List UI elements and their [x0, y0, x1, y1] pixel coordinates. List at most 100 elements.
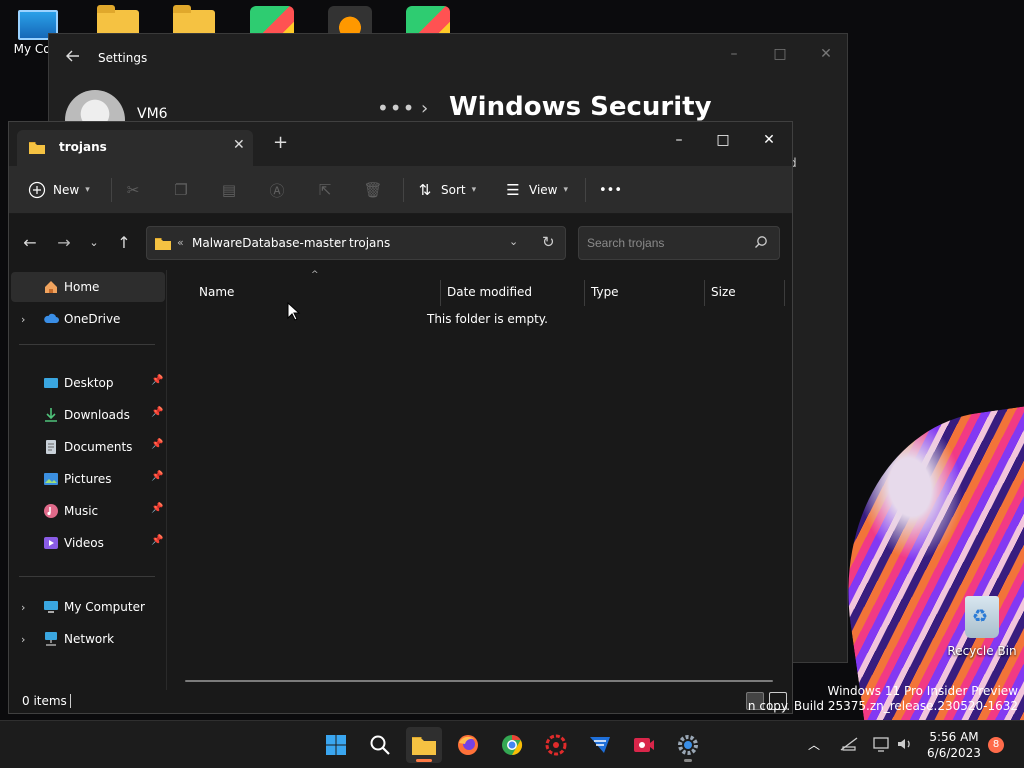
new-tab-icon[interactable]: + — [273, 132, 288, 153]
column-divider[interactable] — [584, 280, 585, 306]
chevron-right-icon[interactable]: › — [21, 633, 25, 646]
start-button[interactable] — [318, 727, 354, 763]
breadcrumb-overflow[interactable]: « — [177, 236, 184, 249]
pin-icon[interactable]: 📌 — [151, 503, 163, 514]
recent-locations-chevron-icon[interactable]: ⌄ — [83, 232, 105, 254]
up-arrow-icon[interactable]: ↑ — [113, 232, 135, 254]
close-icon[interactable]: ✕ — [749, 126, 789, 154]
show-hidden-icons-chevron-icon[interactable]: ︿ — [808, 736, 820, 768]
tab-trojans[interactable]: trojans ✕ — [17, 130, 253, 166]
toolbar-divider — [585, 178, 586, 202]
search-icon — [755, 236, 767, 248]
copy-button[interactable]: ❐ — [171, 176, 191, 204]
chevron-right-icon[interactable]: › — [21, 601, 25, 614]
cut-button[interactable]: ✂ — [123, 176, 143, 204]
tray-volume-icon[interactable] — [896, 735, 914, 768]
folder-icon — [155, 238, 171, 250]
nav-item-label: Videos — [64, 536, 104, 550]
tray-display-icon[interactable] — [872, 735, 890, 768]
breadcrumb-segment-current[interactable]: trojans — [349, 236, 390, 250]
running-indicator — [416, 759, 432, 762]
file-explorer-window: trojans ✕ + – □ ✕ New ▾ ✂ ❐ ▤ Ⓐ ⇱ 🗑 ⇅ So… — [8, 121, 793, 714]
column-divider[interactable] — [784, 280, 785, 306]
nav-item-home[interactable]: Home — [11, 272, 165, 302]
nav-item-documents[interactable]: Documents 📌 — [11, 432, 165, 462]
maximize-icon[interactable]: □ — [765, 42, 795, 66]
item-count: 0 items — [22, 694, 67, 708]
column-header-type[interactable]: Type — [591, 278, 703, 308]
column-header-label: Date modified — [447, 285, 533, 299]
pin-icon[interactable]: 📌 — [151, 375, 163, 386]
search-box[interactable] — [578, 226, 780, 260]
maximize-icon[interactable]: □ — [703, 126, 743, 154]
nav-item-pictures[interactable]: Pictures 📌 — [11, 464, 165, 494]
desktop-icon — [44, 378, 58, 388]
column-divider[interactable] — [440, 280, 441, 306]
minimize-icon[interactable]: – — [719, 42, 749, 66]
taskbar-clock[interactable]: 5:56 AM 6/6/2023 — [924, 729, 984, 761]
column-header-size[interactable]: Size — [711, 278, 783, 308]
notification-badge[interactable]: 8 — [988, 737, 1004, 753]
rename-button[interactable]: Ⓐ — [267, 176, 287, 204]
chevron-right-icon[interactable]: › — [21, 313, 25, 326]
nav-item-onedrive[interactable]: › OneDrive — [11, 304, 165, 334]
taskbar-app-red-gear[interactable] — [538, 727, 574, 763]
taskbar-settings[interactable] — [670, 727, 706, 763]
more-options-button[interactable]: ••• — [599, 176, 622, 204]
pin-icon[interactable]: 📌 — [151, 471, 163, 482]
view-button[interactable]: ☰ View ▾ — [503, 176, 568, 204]
nav-item-label: Music — [64, 504, 99, 518]
tray-network-off-icon[interactable] — [840, 735, 858, 768]
delete-button[interactable]: 🗑 — [363, 176, 383, 204]
column-divider[interactable] — [704, 280, 705, 306]
sort-button[interactable]: ⇅ Sort ▾ — [415, 176, 476, 204]
download-icon — [45, 408, 57, 422]
nav-item-music[interactable]: Music 📌 — [11, 496, 165, 526]
red-gear-icon — [545, 734, 567, 756]
refresh-icon[interactable]: ↻ — [542, 233, 555, 251]
address-row: ← → ⌄ ↑ « MalwareDatabase-master › troja… — [9, 214, 792, 270]
address-bar[interactable]: « MalwareDatabase-master › trojans ⌄ ↻ — [146, 226, 566, 260]
breadcrumb-more-button[interactable]: ••• — [377, 96, 415, 120]
share-button[interactable]: ⇱ — [315, 176, 335, 204]
toolbar-divider — [111, 178, 112, 202]
pin-icon[interactable]: 📌 — [151, 439, 163, 450]
taskbar-app-blue-shield[interactable] — [582, 727, 618, 763]
paste-button[interactable]: ▤ — [219, 176, 239, 204]
new-button[interactable]: New ▾ — [27, 176, 90, 204]
pin-icon[interactable]: 📌 — [151, 407, 163, 418]
back-arrow-icon[interactable] — [65, 48, 85, 68]
pin-icon[interactable]: 📌 — [151, 535, 163, 546]
forward-arrow-icon[interactable]: → — [53, 232, 75, 254]
nav-item-downloads[interactable]: Downloads 📌 — [11, 400, 165, 430]
breadcrumb-separator[interactable]: › — [334, 235, 339, 249]
nav-item-network[interactable]: › Network — [11, 624, 165, 654]
nav-item-desktop[interactable]: Desktop 📌 — [11, 368, 165, 398]
desktop-icon-label: Recycle Bin — [947, 644, 1017, 658]
taskbar-search-button[interactable] — [362, 727, 398, 763]
toolbar-divider — [403, 178, 404, 202]
close-icon[interactable]: ✕ — [811, 42, 841, 66]
nav-item-videos[interactable]: Videos 📌 — [11, 528, 165, 558]
taskbar-chrome[interactable] — [494, 727, 530, 763]
column-header-date-modified[interactable]: Date modified — [447, 278, 583, 308]
search-input[interactable] — [579, 227, 749, 259]
sort-icon: ⇅ — [418, 181, 432, 199]
minimize-icon[interactable]: – — [659, 126, 699, 154]
recycle-bin-icon — [965, 596, 999, 638]
chevron-down-icon[interactable]: ⌄ — [509, 235, 518, 248]
nav-item-label: My Computer — [64, 600, 145, 614]
taskbar-file-explorer[interactable] — [406, 727, 442, 763]
breadcrumb-segment-parent[interactable]: MalwareDatabase-master — [192, 236, 346, 250]
chrome-icon — [502, 734, 523, 756]
close-tab-icon[interactable]: ✕ — [233, 137, 245, 153]
recorder-icon — [634, 738, 654, 752]
desktop-icon-recycle-bin[interactable]: Recycle Bin — [942, 596, 1022, 658]
back-arrow-icon[interactable]: ← — [19, 232, 41, 254]
taskbar-screen-recorder[interactable] — [626, 727, 662, 763]
taskbar-firefox[interactable] — [450, 727, 486, 763]
horizontal-scrollbar[interactable] — [185, 680, 773, 682]
nav-item-my-computer[interactable]: › My Computer — [11, 592, 165, 622]
view-button-label: View — [529, 183, 558, 197]
column-header-name[interactable]: Name — [199, 278, 439, 308]
